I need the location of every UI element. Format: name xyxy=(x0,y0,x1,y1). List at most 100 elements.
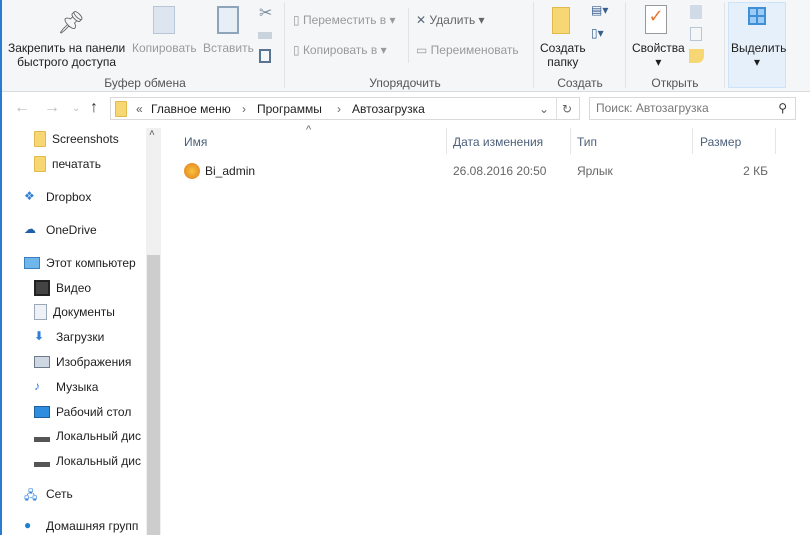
edit-icon[interactable] xyxy=(690,27,702,41)
move-label: Переместить в xyxy=(302,13,387,27)
recent-dropdown[interactable]: ⌄ xyxy=(72,103,80,114)
sidebar-item-videos[interactable]: Видео xyxy=(34,276,91,300)
chevron-down-icon[interactable]: ⌄ xyxy=(539,102,549,116)
crumb-programs[interactable]: Программы xyxy=(257,102,322,116)
new-folder-icon xyxy=(552,7,570,34)
paste-shortcut-icon[interactable] xyxy=(259,49,271,63)
sidebar-item-print[interactable]: печатать xyxy=(34,152,101,176)
column-header-date[interactable]: Дата изменения xyxy=(453,135,543,149)
sidebar-label: Локальный дис xyxy=(56,454,141,468)
homegroup-icon: ● xyxy=(24,518,32,532)
sidebar-item-desktop[interactable]: Рабочий стол xyxy=(34,400,131,424)
file-type: Ярлык xyxy=(577,164,613,178)
sidebar-item-documents[interactable]: Документы xyxy=(34,300,115,324)
search-placeholder: Поиск: Автозагрузка xyxy=(596,101,709,115)
window-edge xyxy=(0,0,2,535)
properties-button[interactable]: Свойства ▾ xyxy=(632,41,685,69)
rename-icon: ▭ xyxy=(416,43,431,57)
file-date: 26.08.2016 20:50 xyxy=(453,164,547,178)
address-bar[interactable]: « Главное меню › Программы › Автозагрузк… xyxy=(110,97,580,120)
sidebar-item-local-disk-d[interactable]: Локальный дис xyxy=(34,449,141,473)
video-icon xyxy=(34,280,50,296)
crumb-startup[interactable]: Автозагрузка xyxy=(352,102,425,116)
sidebar-item-dropbox[interactable]: ❖ Dropbox xyxy=(24,185,91,209)
sidebar-label: OneDrive xyxy=(46,223,97,237)
sidebar-item-music[interactable]: ♪ Музыка xyxy=(34,375,98,399)
cut-icon[interactable]: ✂ xyxy=(259,3,272,23)
sidebar-item-this-pc[interactable]: Этот компьютер xyxy=(24,251,136,275)
pin-quick-access-button[interactable]: Закрепить на панели быстрого доступа xyxy=(8,41,125,69)
crumb-main-menu[interactable]: Главное меню xyxy=(151,102,231,116)
delete-label: Удалить xyxy=(429,13,476,27)
drive-icon xyxy=(34,430,50,442)
sidebar-label: печатать xyxy=(52,157,101,171)
file-size: 2 КБ xyxy=(743,164,768,178)
forward-button[interactable]: → xyxy=(44,99,60,117)
sidebar-scroll-thumb[interactable] xyxy=(147,255,160,535)
history-icon[interactable] xyxy=(689,49,704,63)
documents-icon xyxy=(34,304,47,320)
drive-icon xyxy=(34,455,50,467)
scroll-up-arrow[interactable]: ˄ xyxy=(149,128,155,139)
pin-icon: 📌︎ xyxy=(57,10,85,35)
back-button[interactable]: ← xyxy=(14,99,30,117)
chevron-right-icon[interactable]: › xyxy=(337,102,341,116)
copy-path-icon[interactable] xyxy=(258,32,272,39)
folder-icon xyxy=(34,156,46,172)
copy-button[interactable]: Копировать xyxy=(132,41,197,55)
dropbox-icon: ❖ xyxy=(24,189,35,203)
sort-ascending-icon: ^ xyxy=(306,124,312,136)
search-icon[interactable]: ⚲ xyxy=(778,101,787,115)
copy-to-icon: ▯ xyxy=(293,43,303,57)
sidebar-item-screenshots[interactable]: Screenshots xyxy=(34,127,119,151)
paste-button[interactable]: Вставить xyxy=(203,41,254,55)
open-icon[interactable] xyxy=(690,5,702,19)
desktop-icon xyxy=(34,406,50,418)
file-name: Bi_admin xyxy=(205,164,256,178)
sidebar-label: Рабочий стол xyxy=(56,405,132,419)
crumb-overflow[interactable]: « xyxy=(136,102,143,116)
new-folder-button[interactable]: Создать папку xyxy=(540,41,586,69)
sidebar-label: Этот компьютер xyxy=(46,256,136,270)
sidebar-item-network[interactable]: 🖧︎ Сеть xyxy=(24,482,73,506)
pin-label-1: Закрепить на панели xyxy=(8,41,126,55)
sidebar-label: Dropbox xyxy=(46,190,92,204)
sidebar-item-homegroup[interactable]: ● Домашняя групп xyxy=(24,514,138,538)
sidebar-item-local-disk-c[interactable]: Локальный дис xyxy=(34,424,141,448)
column-header-type[interactable]: Тип xyxy=(577,135,597,149)
new-item-icon[interactable]: ▤▾ xyxy=(591,3,608,17)
sidebar-item-downloads[interactable]: ⬇ Загрузки xyxy=(34,325,104,349)
chevron-right-icon[interactable]: › xyxy=(242,102,246,116)
download-icon: ⬇ xyxy=(34,329,45,343)
search-input[interactable]: Поиск: Автозагрузка ⚲ xyxy=(589,97,796,120)
delete-button[interactable]: ✕ Удалить ▾ xyxy=(416,13,485,27)
refresh-icon[interactable]: ↻ xyxy=(562,102,572,116)
select-label: Выделить ▾ xyxy=(731,41,787,69)
organize-group-label: Упорядочить xyxy=(369,76,441,90)
sidebar-label: Документы xyxy=(53,305,115,319)
up-button[interactable]: ↑ xyxy=(90,99,98,117)
delete-icon: ✕ xyxy=(416,13,430,27)
column-header-size[interactable]: Размер xyxy=(700,135,741,149)
clipboard-group-label: Буфер обмена xyxy=(104,76,186,90)
select-icon xyxy=(748,7,766,25)
sidebar-item-pictures[interactable]: Изображения xyxy=(34,350,131,374)
ribbon: 📌︎ Закрепить на панели быстрого доступа К… xyxy=(0,0,810,92)
create-group-label: Создать xyxy=(557,76,603,90)
easy-access-icon[interactable]: ▯▾ xyxy=(591,26,604,40)
select-button[interactable]: Выделить ▾ xyxy=(728,2,786,88)
move-icon: ▯ xyxy=(293,13,303,27)
sidebar-label: Видео xyxy=(56,281,92,295)
rename-label: Переименовать xyxy=(430,43,519,57)
sidebar-label: Сеть xyxy=(46,487,73,501)
paste-icon xyxy=(217,6,239,34)
sidebar-label: Screenshots xyxy=(52,132,119,146)
rename-button[interactable]: ▭ Переименовать xyxy=(416,43,519,57)
folder-icon xyxy=(34,131,46,147)
sidebar-item-onedrive[interactable]: ☁ OneDrive xyxy=(24,218,97,242)
column-header-name[interactable]: Имя xyxy=(184,135,207,149)
move-to-button[interactable]: ▯ Переместить в ▾ xyxy=(293,13,396,27)
sidebar-label: Изображения xyxy=(56,355,132,369)
sidebar-label: Локальный дис xyxy=(56,429,141,443)
copy-to-button[interactable]: ▯ Копировать в ▾ xyxy=(293,43,387,57)
